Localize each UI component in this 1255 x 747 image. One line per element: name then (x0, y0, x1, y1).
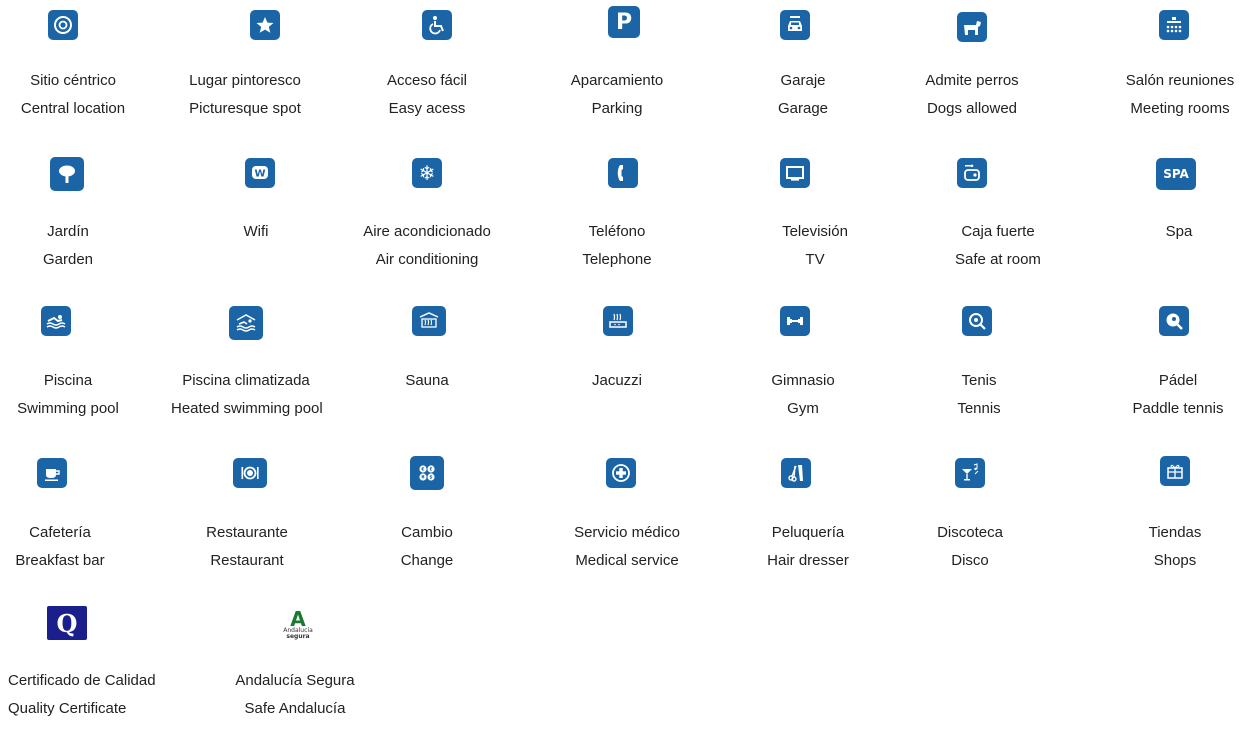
wifi-icon: W (245, 158, 275, 188)
tree-icon (50, 157, 84, 191)
amenity-label-es: Lugar pintoresco (189, 72, 301, 89)
currency-exchange-icon: € £ ¥ $ (410, 456, 444, 490)
wheelchair-icon (422, 10, 452, 40)
meeting-room-icon (1159, 10, 1189, 40)
amenity-label-en: Picturesque spot (189, 100, 301, 117)
amenity-label-en: Easy acess (388, 100, 466, 117)
gift-icon (1160, 456, 1190, 486)
svg-text:W: W (254, 169, 265, 180)
tv-icon (780, 158, 810, 188)
amenity-label-en: Hair dresser (767, 552, 849, 569)
certificate-label-en: Safe Andalucía (244, 700, 346, 717)
spa-icon: SPA (1156, 158, 1196, 190)
amenity-label-en: TV (805, 251, 825, 268)
amenity-label-es: Servicio médico (574, 524, 680, 541)
amenity-label-en: Heated swimming pool (171, 400, 323, 417)
amenity-label-en: Garden (42, 251, 94, 268)
amenity-label-en: Restaurant (210, 552, 284, 569)
amenity-label-en: Shops (1153, 552, 1197, 569)
paddle-racket-icon (1159, 306, 1189, 336)
amenity-label-es: Sitio céntrico (30, 72, 116, 89)
amenity-label-en: Disco (951, 552, 989, 569)
central-location-icon (48, 10, 78, 40)
amenity-label-en: Gym (787, 400, 819, 417)
quality-q-logo: Q (47, 606, 87, 640)
amenity-label-es: Restaurante (206, 524, 288, 541)
amenity-label-es: Salón reuniones (1125, 72, 1235, 89)
amenity-label-es: Televisión (782, 223, 848, 240)
andalucia-segura-logo: A Andalucía segura (278, 608, 318, 642)
plate-cutlery-icon (233, 458, 267, 488)
medical-cross-icon (606, 458, 636, 488)
sauna-icon (412, 306, 446, 336)
amenity-label-es: Piscina (43, 372, 93, 389)
amenity-label-en: Medical service (575, 552, 679, 569)
certificate-label-es: Andalucía Segura (235, 672, 355, 689)
amenity-label-es: Teléfono (588, 223, 646, 240)
heated-pool-icon (229, 306, 263, 340)
amenity-label-en: Meeting rooms (1130, 100, 1230, 117)
amenity-label-es: Discoteca (937, 524, 1003, 541)
amenity-label-es: Piscina climatizada (182, 372, 310, 389)
amenity-label-es: Aparcamiento (570, 72, 664, 89)
svg-text:$: $ (429, 475, 432, 481)
scissors-comb-icon (781, 458, 811, 488)
amenity-label-en: Paddle tennis (1132, 400, 1224, 417)
amenity-label-en: Dogs allowed (926, 100, 1018, 117)
amenity-label-es: Gimnasio (771, 372, 835, 389)
star-icon (250, 10, 280, 40)
amenity-label-es: Aire acondicionado (363, 223, 491, 240)
parking-icon: P (608, 6, 640, 38)
garage-car-icon (780, 10, 810, 40)
amenity-label-es: Cafetería (29, 524, 91, 541)
amenity-label-en: Breakfast bar (15, 552, 105, 569)
quality-logo-letter: Q (56, 608, 78, 638)
svg-text:£: £ (429, 467, 432, 473)
swimming-pool-icon (41, 306, 71, 336)
certificate-label-es: Certificado de Calidad (8, 672, 156, 689)
amenity-label-es: Cambio (401, 524, 453, 541)
amenity-label-en: Swimming pool (17, 400, 119, 417)
amenity-label-es: Acceso fácil (386, 72, 468, 89)
amenity-label-es: Tiendas (1148, 524, 1202, 541)
andalucia-logo-letter: A (290, 608, 306, 631)
amenity-label-en: Central location (20, 100, 126, 117)
amenity-label-es: Tenis (961, 372, 997, 389)
snowflake-icon: ❄ (412, 158, 442, 188)
amenity-label-en: Tennis (957, 400, 1001, 417)
amenity-label-en: Telephone (582, 251, 652, 268)
amenity-label-es: Jacuzzi (591, 372, 643, 389)
amenity-label-es: Sauna (405, 372, 449, 389)
svg-text:€: € (420, 467, 424, 473)
cocktail-icon (955, 458, 985, 488)
amenity-label-es: Caja fuerte (961, 223, 1035, 240)
phone-icon (608, 158, 638, 188)
amenity-label-es: Spa (1165, 223, 1193, 240)
certificate-label-en: Quality Certificate (8, 700, 127, 717)
amenity-label-en: Safe at room (955, 251, 1041, 268)
amenity-label-en: Garage (777, 100, 829, 117)
amenity-label-en: Change (400, 552, 454, 569)
amenity-label-es: Pádel (1158, 372, 1198, 389)
amenity-label-es: Wifi (243, 223, 269, 240)
amenity-label-es: Peluquería (771, 524, 845, 541)
dog-icon (957, 12, 987, 42)
amenity-label-es: Jardín (47, 223, 89, 240)
amenity-label-en: Air conditioning (375, 251, 479, 268)
amenity-label-en: Parking (591, 100, 643, 117)
jacuzzi-icon (603, 306, 633, 336)
amenity-label-es: Garaje (780, 72, 826, 89)
safe-icon (957, 158, 987, 188)
coffee-cup-icon (37, 458, 67, 488)
andalucia-logo-subtext: segura (286, 633, 310, 640)
dumbbell-icon (780, 306, 810, 336)
tennis-racket-icon (962, 306, 992, 336)
amenity-label-es: Admite perros (925, 72, 1019, 89)
